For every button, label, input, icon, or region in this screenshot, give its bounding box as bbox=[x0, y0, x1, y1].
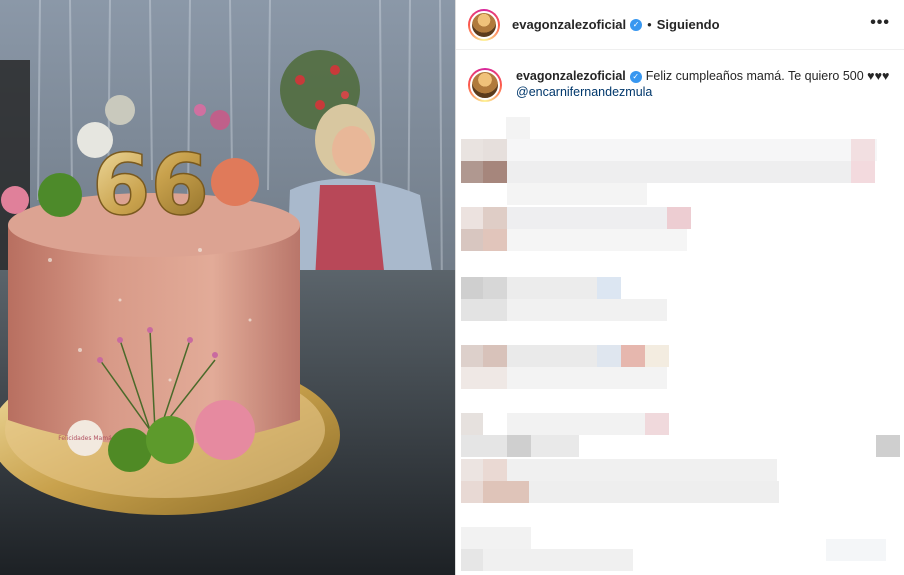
pixel-block bbox=[531, 435, 579, 457]
pixel-block bbox=[483, 139, 507, 161]
pixel-block bbox=[483, 549, 633, 571]
instagram-post: 66 Felicidades Mamá evagonzalezoficial ✓… bbox=[0, 0, 904, 575]
pixel-block bbox=[461, 459, 483, 481]
pixel-block bbox=[461, 299, 507, 321]
pixel-block bbox=[507, 229, 687, 251]
pixel-block bbox=[645, 413, 669, 435]
caption: evagonzalezoficial ✓ Feliz cumpleaños mamá… bbox=[456, 50, 904, 102]
avatar[interactable] bbox=[468, 8, 500, 41]
verified-badge-icon: ✓ bbox=[630, 18, 643, 31]
pixel-block bbox=[851, 139, 875, 161]
cake-tag-text: Felicidades Mamá bbox=[58, 435, 112, 442]
pixel-block bbox=[483, 459, 507, 481]
pixel-block bbox=[483, 345, 507, 367]
pixelated-comments-area bbox=[456, 112, 904, 575]
pixel-block bbox=[507, 459, 777, 481]
pixel-block bbox=[461, 139, 483, 161]
post-side-panel: evagonzalezoficial ✓ • Siguiendo ••• eva… bbox=[455, 0, 904, 575]
candle-number: 66 bbox=[92, 136, 209, 234]
verified-badge-icon: ✓ bbox=[629, 70, 642, 83]
pixel-block bbox=[507, 299, 667, 321]
pixel-block bbox=[461, 277, 483, 299]
pixel-block bbox=[461, 229, 483, 251]
pixel-block bbox=[645, 345, 669, 367]
pixel-block bbox=[621, 345, 645, 367]
pixel-block bbox=[507, 435, 531, 457]
pixel-block bbox=[529, 481, 779, 503]
more-options-icon[interactable]: ••• bbox=[870, 14, 890, 32]
pixel-block bbox=[507, 161, 851, 183]
birthday-cake-photo: 66 Felicidades Mamá bbox=[0, 0, 455, 575]
pixel-block bbox=[507, 183, 647, 205]
pixel-block bbox=[461, 413, 483, 435]
pixel-block bbox=[461, 161, 483, 183]
caption-username-link[interactable]: evagonzalezoficial bbox=[516, 69, 626, 83]
caption-body: Feliz cumpleaños mamá. Te quiero 500 ♥♥♥ bbox=[645, 69, 890, 83]
caption-avatar[interactable] bbox=[468, 68, 502, 102]
pixel-block bbox=[507, 277, 597, 299]
following-button[interactable]: Siguiendo bbox=[657, 17, 720, 32]
avatar-image bbox=[470, 10, 498, 39]
post-photo[interactable]: 66 Felicidades Mamá bbox=[0, 0, 455, 575]
pixel-block bbox=[461, 345, 483, 367]
pixel-block bbox=[461, 435, 507, 457]
pixel-block bbox=[461, 367, 507, 389]
pixel-block bbox=[461, 481, 483, 503]
pixel-block bbox=[507, 413, 647, 435]
pixel-block bbox=[507, 139, 877, 161]
pixel-block bbox=[507, 345, 597, 367]
pixel-block bbox=[461, 527, 531, 549]
pixel-block bbox=[461, 549, 483, 571]
post-header: evagonzalezoficial ✓ • Siguiendo ••• bbox=[456, 0, 904, 50]
caption-text-block: evagonzalezoficial ✓ Feliz cumpleaños mamá… bbox=[516, 68, 889, 102]
mention-link[interactable]: @encarnifernandezmula bbox=[516, 84, 889, 100]
avatar-image bbox=[470, 70, 500, 100]
pixel-block bbox=[483, 481, 529, 503]
pixel-block bbox=[667, 207, 691, 229]
pixel-block bbox=[461, 207, 483, 229]
pixel-block bbox=[876, 435, 900, 457]
pixel-block bbox=[597, 277, 621, 299]
pixel-block bbox=[483, 277, 507, 299]
pixel-block bbox=[507, 207, 667, 229]
pixel-block bbox=[506, 117, 530, 139]
username-link[interactable]: evagonzalezoficial bbox=[512, 17, 626, 32]
pixel-block bbox=[826, 539, 886, 561]
pixel-block bbox=[483, 207, 507, 229]
separator-dot: • bbox=[647, 17, 652, 32]
pixel-block bbox=[597, 345, 621, 367]
pixel-block bbox=[507, 367, 667, 389]
pixel-block bbox=[483, 161, 507, 183]
pixel-block bbox=[851, 161, 875, 183]
pixel-block bbox=[483, 229, 507, 251]
